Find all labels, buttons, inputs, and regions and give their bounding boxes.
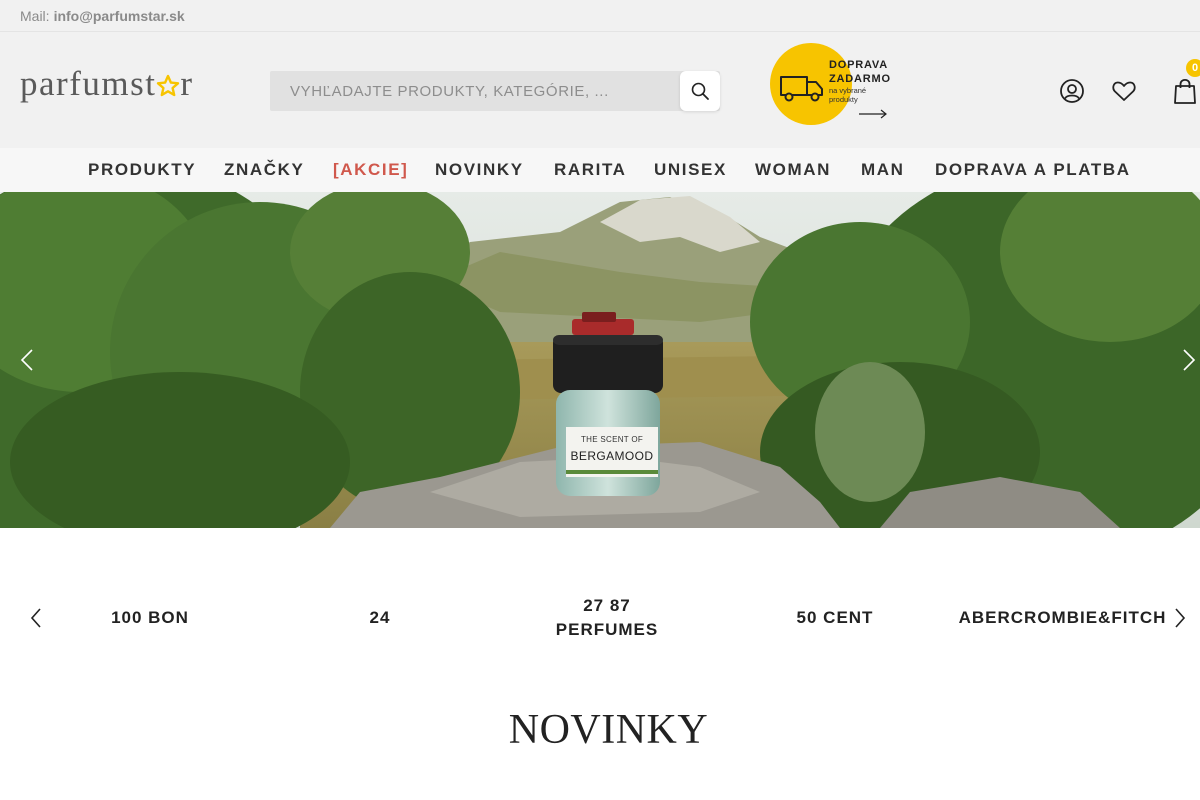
delivery-subtitle: na vybrané produkty (829, 86, 867, 104)
heart-icon (1112, 81, 1136, 101)
section-title-novinky: NOVINKY (508, 707, 709, 753)
truck-icon (780, 76, 823, 102)
nav-item-akcie[interactable]: [AKCIE] (333, 148, 408, 192)
nav-item-novinky[interactable]: NOVINKY (435, 148, 524, 192)
brand-item[interactable]: 24 (290, 580, 470, 656)
account-button[interactable] (1058, 77, 1086, 105)
site-logo[interactable]: parfumst r (20, 66, 194, 101)
logo-star-icon (157, 74, 180, 97)
hero-banner[interactable]: THE SCENT OF BERGAMOOD (0, 192, 1200, 528)
chevron-left-icon (30, 608, 41, 628)
mail-label: Mail: (20, 7, 50, 24)
brand-item[interactable]: ABERCROMBIE&FITCH (959, 580, 1166, 656)
nav-item-doprava-a-platba[interactable]: DOPRAVA A PLATBA (935, 148, 1131, 192)
search-bar (270, 71, 720, 111)
search-icon (691, 82, 709, 100)
nav-item-unisex[interactable]: UNISEX (654, 148, 727, 192)
search-input[interactable] (290, 71, 670, 111)
brand-item[interactable]: 50 CENT (745, 580, 925, 656)
hero-prev-button[interactable] (12, 342, 42, 378)
search-button[interactable] (680, 71, 720, 111)
logo-text: parfumst (20, 64, 157, 103)
hero-next-button[interactable] (1174, 342, 1200, 378)
brand-item[interactable]: 100 BON (60, 580, 240, 656)
brands-next-button[interactable] (1168, 605, 1192, 631)
brands-carousel: 100 BON 24 27 87 PERFUMES 50 CENT ABERCR… (0, 580, 1200, 656)
arrow-right-icon (859, 109, 887, 119)
mail-link[interactable]: info@parfumstar.sk (54, 8, 185, 24)
logo-text-end: r (180, 64, 194, 103)
user-icon (1060, 79, 1084, 103)
nav-item-rarita[interactable]: RARITA (554, 148, 627, 192)
main-navigation: PRODUKTY ZNAČKY [AKCIE] NOVINKY RARITA U… (0, 148, 1200, 192)
top-contact-bar: Mail: info@parfumstar.sk (0, 0, 1200, 32)
cart-count-badge: 0 (1186, 59, 1200, 77)
nav-item-woman[interactable]: WOMAN (755, 148, 831, 192)
bottle-label-line1: THE SCENT OF (580, 435, 644, 444)
wishlist-button[interactable] (1110, 77, 1138, 105)
chevron-right-icon (1183, 349, 1196, 371)
nav-item-znacky[interactable]: ZNAČKY (224, 148, 304, 192)
nav-item-produkty[interactable]: PRODUKTY (88, 148, 196, 192)
delivery-title: DOPRAVA ZADARMO (829, 59, 891, 85)
brand-item[interactable]: 27 87 PERFUMES (532, 580, 682, 656)
free-delivery-badge[interactable]: DOPRAVA ZADARMO na vybrané produkty (770, 43, 910, 127)
shopping-bag-icon (1174, 78, 1196, 104)
bottle-label-line2: BERGAMOOD (570, 449, 654, 463)
chevron-right-icon (1175, 608, 1186, 628)
cart-button[interactable] (1171, 77, 1199, 105)
hero-image (0, 192, 1200, 528)
chevron-left-icon (20, 349, 33, 371)
brands-prev-button[interactable] (24, 605, 48, 631)
nav-item-man[interactable]: MAN (861, 148, 905, 192)
